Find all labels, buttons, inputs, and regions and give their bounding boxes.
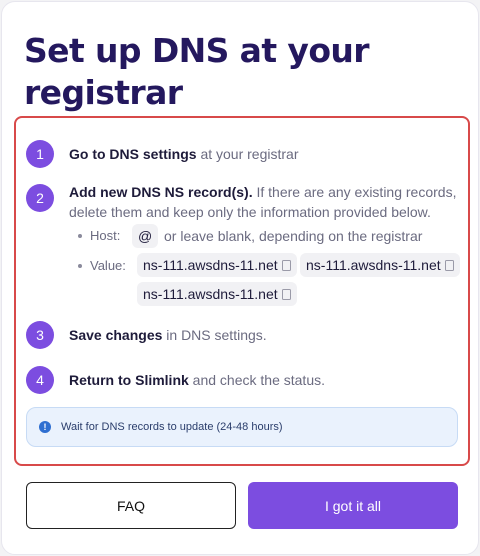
host-value-chip[interactable]: @ (132, 224, 159, 248)
copy-icon[interactable] (278, 257, 291, 271)
step-3-title: Save changes (69, 327, 163, 343)
ns-record-value: ns-111.awsdns-11.net (306, 257, 441, 273)
step-number-2: 2 (26, 184, 54, 212)
info-text: Wait for DNS records to update (24-48 ho… (61, 421, 283, 433)
step-1-description: at your registrar (196, 146, 299, 162)
dns-setup-card: Set up DNS at your registrar 1 Go to DNS… (1, 1, 479, 555)
page-title: Set up DNS at your registrar (24, 31, 370, 112)
copy-icon[interactable] (441, 257, 454, 271)
step-3-text: Save changes in DNS settings. (69, 325, 267, 345)
bullet (78, 233, 82, 238)
host-label: Host: (90, 228, 121, 243)
host-value: @ (138, 228, 153, 244)
step-1-title: Go to DNS settings (69, 146, 197, 162)
step-number-3: 3 (26, 321, 54, 349)
step-number-4: 4 (26, 366, 54, 394)
got-it-button-label: I got it all (324, 497, 382, 514)
faq-button[interactable]: FAQ (26, 482, 236, 529)
step-number-1: 1 (26, 140, 54, 168)
ns-record-value: ns-111.awsdns-11.net (143, 286, 278, 302)
step-1-text: Go to DNS settings at your registrar (69, 144, 299, 164)
got-it-button[interactable]: I got it all (248, 482, 458, 529)
ns-record-chip-1[interactable]: ns-111.awsdns-11.net (137, 253, 297, 277)
ns-record-chip-3[interactable]: ns-111.awsdns-11.net (137, 282, 297, 306)
step-4-text: Return to Slimlink and check the status. (69, 370, 325, 390)
step-2-text: Add new DNS NS record(s). If there are a… (69, 182, 459, 222)
ns-record-chip-2[interactable]: ns-111.awsdns-11.net (300, 253, 460, 277)
value-row: Value: (78, 258, 126, 273)
info-icon: ! (39, 421, 51, 433)
value-label: Value: (90, 258, 126, 273)
bullet (78, 263, 82, 268)
step-3-description: in DNS settings. (162, 327, 267, 343)
step-4-description: and check the status. (188, 372, 325, 388)
step-4-title: Return to Slimlink (69, 372, 189, 388)
host-row: Host: (78, 228, 120, 243)
host-note: or leave blank, depending on the registr… (164, 228, 423, 244)
faq-button-label: FAQ (116, 497, 145, 514)
step-2-title: Add new DNS NS record(s). (69, 184, 253, 200)
info-banner: ! Wait for DNS records to update (24-48 … (26, 407, 458, 447)
copy-icon[interactable] (278, 286, 291, 300)
ns-record-value: ns-111.awsdns-11.net (143, 257, 278, 273)
